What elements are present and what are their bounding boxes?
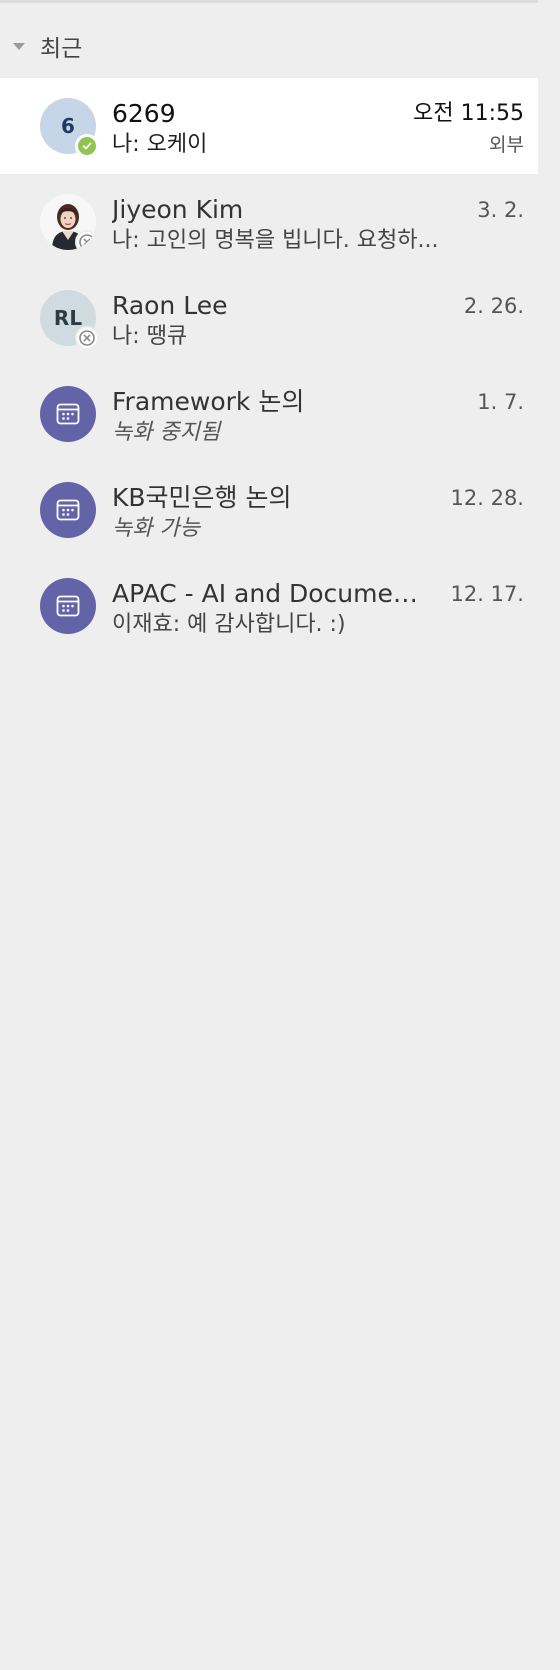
recent-section-header[interactable]: 최근	[0, 26, 300, 66]
chat-preview: 나: 오케이	[112, 132, 208, 157]
chat-item-raon-lee[interactable]: RL Raon Lee 2. 26. 나: 땡큐	[0, 270, 560, 366]
chat-name: 6269	[112, 99, 176, 128]
chat-name: Jiyeon Kim	[112, 195, 244, 224]
avatar-photo	[40, 194, 96, 250]
chat-timestamp: 12. 17.	[450, 582, 524, 606]
available-status-icon	[75, 134, 99, 158]
chat-timestamp: 2. 26.	[463, 294, 524, 318]
external-badge: 외부	[489, 134, 524, 156]
chat-preview: 이재효: 예 감사합니다. :)	[112, 612, 346, 637]
calendar-icon	[56, 403, 80, 425]
chat-name: KB국민은행 논의	[112, 483, 292, 512]
section-title: 최근	[40, 36, 83, 62]
meeting-avatar	[40, 386, 96, 442]
chat-timestamp: 오전 11:55	[413, 101, 524, 126]
offline-status-icon	[75, 326, 99, 350]
chat-list: 6 6269 오전 11:55 나: 오케이 외부 Jiyeon Kim 3. …	[0, 78, 560, 654]
chat-name: Raon Lee	[112, 291, 228, 320]
avatar-initials: RL	[53, 306, 83, 330]
chat-preview: 나: 땡큐	[112, 324, 188, 349]
chat-timestamp: 12. 28.	[450, 486, 524, 510]
avatar-initials: 6	[61, 114, 75, 138]
caret-down-icon[interactable]	[13, 42, 25, 50]
chat-item-jiyeon-kim[interactable]: Jiyeon Kim 3. 2. 나: 고인의 명복을 빕니다. 요청하...	[0, 174, 560, 270]
chat-timestamp: 1. 7.	[477, 390, 524, 414]
calendar-icon	[56, 595, 80, 617]
top-divider	[0, 0, 560, 3]
chat-preview: 녹화 중지됨	[112, 420, 221, 445]
chat-preview: 녹화 가능	[112, 516, 200, 541]
chat-item-framework-meeting[interactable]: Framework 논의 1. 7. 녹화 중지됨	[0, 366, 560, 462]
chat-name: Framework 논의	[112, 387, 305, 416]
avatar: 6	[40, 98, 99, 158]
chat-name: APAC - AI and Documen...	[112, 579, 422, 608]
meeting-avatar	[40, 482, 96, 538]
meeting-avatar	[40, 578, 96, 634]
calendar-icon	[56, 499, 80, 521]
avatar: RL	[40, 290, 99, 350]
chat-item-apac-meeting[interactable]: APAC - AI and Documen... 12. 17. 이재효: 예 …	[0, 558, 560, 654]
chat-preview: 나: 고인의 명복을 빕니다. 요청하...	[112, 228, 439, 253]
chat-timestamp: 3. 2.	[477, 198, 524, 222]
scrollbar-track[interactable]	[538, 0, 560, 1670]
offline-status-icon	[75, 230, 96, 250]
chat-item-kb-meeting[interactable]: KB국민은행 논의 12. 28. 녹화 가능	[0, 462, 560, 558]
chat-item-6269[interactable]: 6 6269 오전 11:55 나: 오케이 외부	[0, 78, 560, 174]
